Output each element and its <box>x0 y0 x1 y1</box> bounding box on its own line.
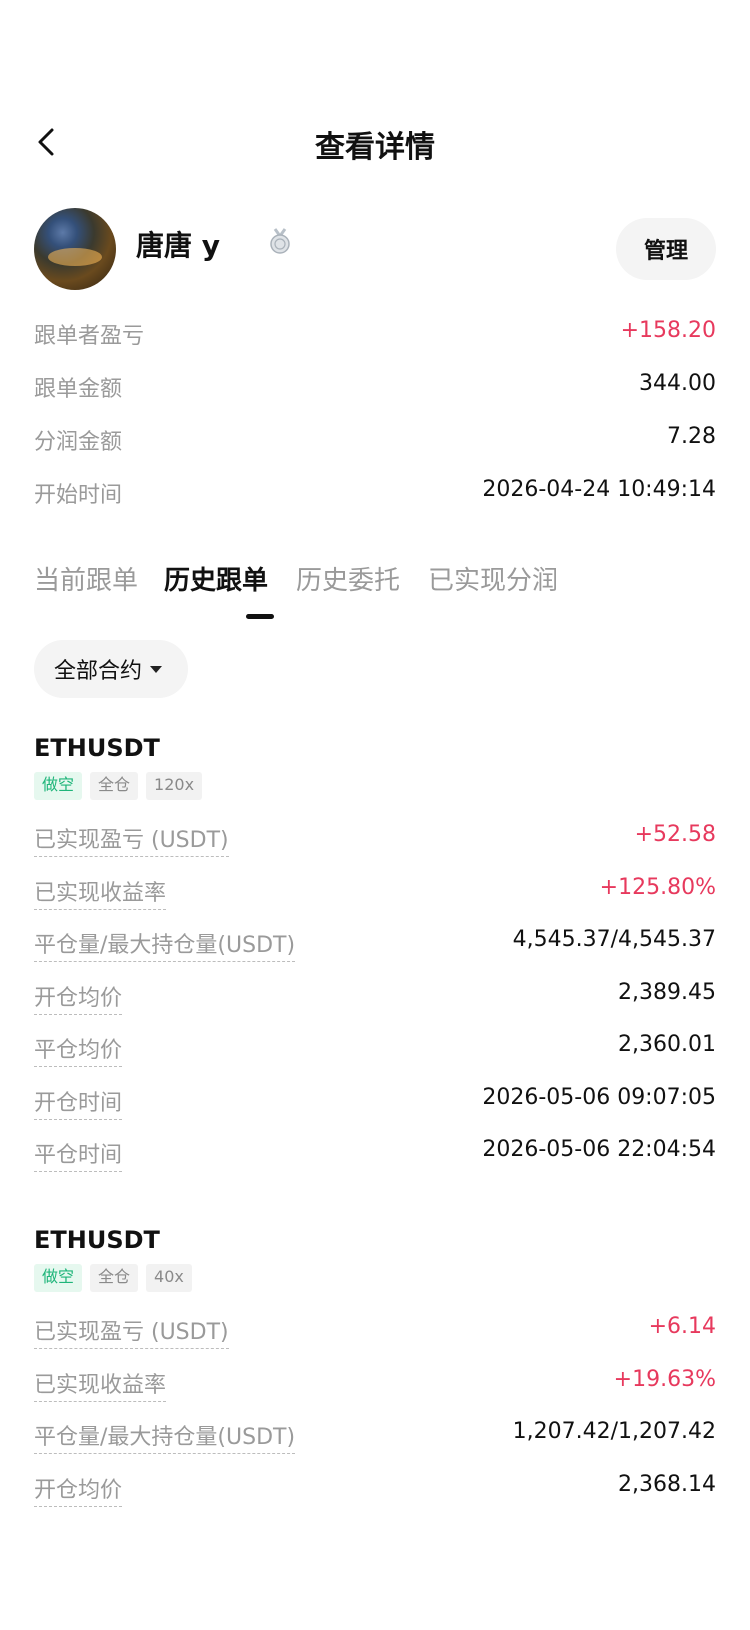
detail-value: 2,389.45 <box>618 979 716 1005</box>
trader-profile: 唐唐 y 管理 <box>34 208 716 290</box>
detail-row: 开仓时间 2026-05-06 09:07:05 <box>34 1085 716 1138</box>
contract-filter-dropdown[interactable]: 全部合约 <box>34 640 188 698</box>
detail-value: +52.58 <box>634 822 716 847</box>
tab-realized-share[interactable]: 已实现分润 <box>428 560 558 597</box>
detail-value: 4,545.37/4,545.37 <box>512 927 716 952</box>
detail-value: 2,368.14 <box>618 1471 716 1497</box>
order-card: ETHUSDT 做空 全仓 120x 已实现盈亏 (USDT) +52.58 已实现收益率 +… <box>34 734 716 1190</box>
page-title: 查看详情 <box>315 130 435 165</box>
tab-bar: 当前跟单 历史跟单 历史委托 已实现分润 <box>34 560 734 620</box>
detail-row: 平仓量/最大持仓量(USDT) 4,545.37/4,545.37 <box>34 927 716 980</box>
summary-value: 344.00 <box>639 371 716 396</box>
order-details: 已实现盈亏 (USDT) +52.58 已实现收益率 +125.80% 平仓量/最大持仓… <box>34 822 716 1190</box>
detail-label[interactable]: 开仓时间 <box>34 1085 123 1120</box>
detail-label[interactable]: 开仓均价 <box>34 1472 123 1507</box>
side-badge: 做空 <box>34 772 83 800</box>
summary-label: 跟单金额 <box>34 377 123 402</box>
margin-mode-badge: 全仓 <box>90 772 139 800</box>
detail-row: 已实现盈亏 (USDT) +52.58 <box>34 822 716 875</box>
side-badge: 做空 <box>34 1264 83 1292</box>
detail-label[interactable]: 已实现盈亏 (USDT) <box>34 1314 229 1349</box>
margin-mode-badge: 全仓 <box>90 1264 139 1292</box>
detail-row: 开仓均价 2,389.45 <box>34 980 716 1033</box>
filter-label: 全部合约 <box>54 659 143 684</box>
summary-row: 分润金额 7.28 <box>34 424 716 477</box>
order-details: 已实现盈亏 (USDT) +6.14 已实现收益率 +19.63% 平仓量/最大持仓量(… <box>34 1314 716 1524</box>
detail-label[interactable]: 平仓量/最大持仓量(USDT) <box>34 927 296 962</box>
detail-value: +125.80% <box>599 874 716 900</box>
summary-value: 7.28 <box>667 424 716 449</box>
detail-label[interactable]: 已实现收益率 <box>34 875 167 910</box>
leverage-badge: 40x <box>146 1264 192 1292</box>
detail-label[interactable]: 开仓均价 <box>34 980 123 1015</box>
summary-label: 跟单者盈亏 <box>34 324 145 349</box>
detail-row: 平仓量/最大持仓量(USDT) 1,207.42/1,207.42 <box>34 1419 716 1472</box>
header-bar: 查看详情 <box>0 110 750 174</box>
detail-value: 2026-05-06 22:04:54 <box>482 1137 716 1162</box>
avatar[interactable] <box>34 208 116 290</box>
order-card: ETHUSDT 做空 全仓 40x 已实现盈亏 (USDT) +6.14 已实现收益率 +19… <box>34 1226 716 1524</box>
detail-row: 平仓时间 2026-05-06 22:04:54 <box>34 1137 716 1190</box>
detail-row: 已实现收益率 +125.80% <box>34 875 716 928</box>
detail-value: 2026-05-06 09:07:05 <box>482 1084 716 1110</box>
symbol-label: ETHUSDT <box>34 1226 160 1254</box>
summary-row: 跟单金额 344.00 <box>34 371 716 424</box>
summary-value: +158.20 <box>620 318 716 343</box>
detail-label[interactable]: 平仓均价 <box>34 1032 123 1067</box>
detail-label[interactable]: 平仓量/最大持仓量(USDT) <box>34 1419 296 1454</box>
manage-button[interactable]: 管理 <box>616 218 716 280</box>
active-tab-indicator <box>246 614 274 619</box>
username: 唐唐 y <box>136 229 221 262</box>
position-badges: 做空 全仓 120x <box>34 772 716 800</box>
detail-row: 开仓均价 2,368.14 <box>34 1472 716 1525</box>
detail-label[interactable]: 已实现盈亏 (USDT) <box>34 822 229 857</box>
medal-icon <box>270 228 290 254</box>
detail-value: 2,360.01 <box>618 1032 716 1057</box>
summary-row: 开始时间 2026-04-24 10:49:14 <box>34 477 716 530</box>
detail-row: 已实现盈亏 (USDT) +6.14 <box>34 1314 716 1367</box>
summary-label: 分润金额 <box>34 430 123 455</box>
tab-current-copy[interactable]: 当前跟单 <box>34 560 138 597</box>
detail-value: +6.14 <box>648 1314 716 1339</box>
leverage-badge: 120x <box>146 772 203 800</box>
symbol-label: ETHUSDT <box>34 734 160 762</box>
position-badges: 做空 全仓 40x <box>34 1264 716 1292</box>
detail-value: 1,207.42/1,207.42 <box>512 1419 716 1444</box>
tab-history-copy[interactable]: 历史跟单 <box>164 560 268 597</box>
detail-label[interactable]: 平仓时间 <box>34 1137 123 1172</box>
summary-value: 2026-04-24 10:49:14 <box>482 477 716 502</box>
detail-row: 平仓均价 2,360.01 <box>34 1032 716 1085</box>
detail-value: +19.63% <box>613 1366 716 1392</box>
tab-history-orders[interactable]: 历史委托 <box>296 560 400 597</box>
detail-row: 已实现收益率 +19.63% <box>34 1367 716 1420</box>
caret-down-icon <box>150 665 163 673</box>
detail-label[interactable]: 已实现收益率 <box>34 1367 167 1402</box>
copy-summary: 跟单者盈亏 +158.20 跟单金额 344.00 分润金额 7.28 开始时间 2026-0… <box>34 318 716 530</box>
summary-label: 开始时间 <box>34 483 123 508</box>
summary-row: 跟单者盈亏 +158.20 <box>34 318 716 371</box>
